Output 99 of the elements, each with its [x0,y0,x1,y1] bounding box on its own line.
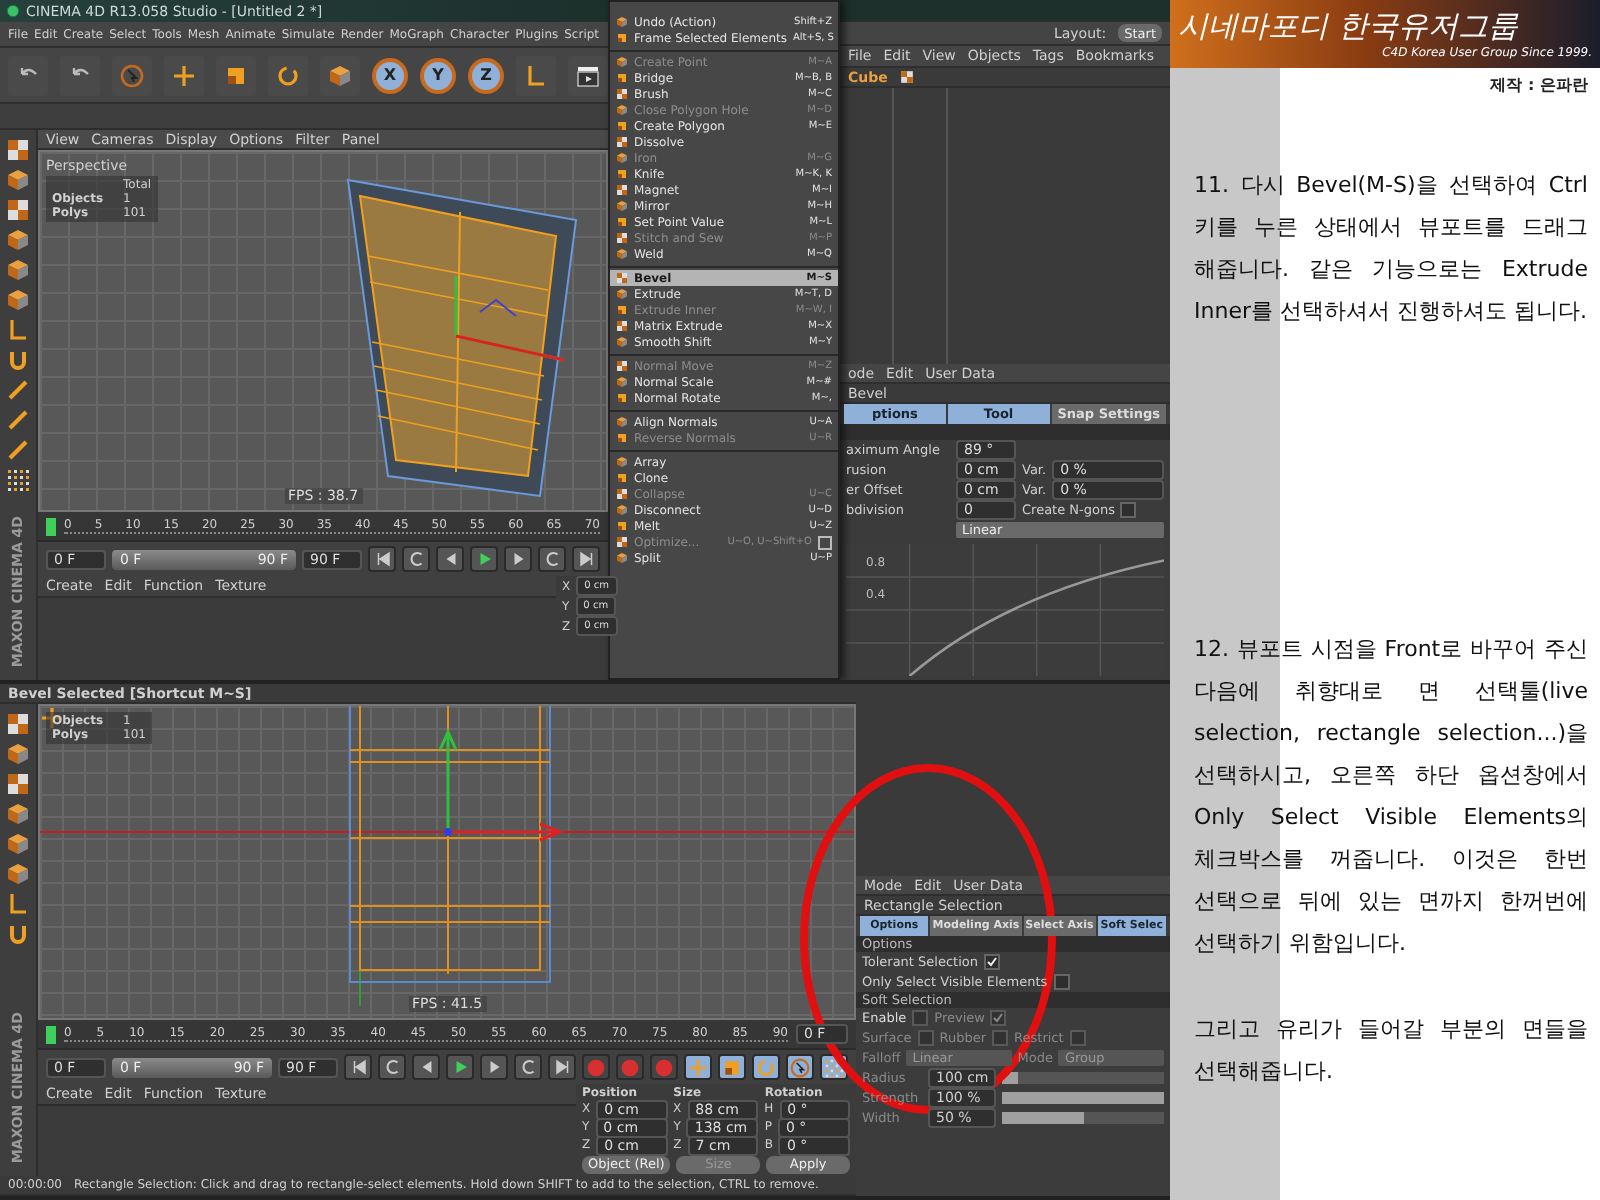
move-icon[interactable] [172,63,196,87]
paragraph: 그리고 유리가 들어갈 부분의 면들을 선택해줍니다. [1194,1014,1588,1088]
tool-icon [616,552,628,564]
tag-icon[interactable] [899,70,914,84]
cube-icon[interactable] [6,862,30,886]
l-shape-icon[interactable] [6,318,30,342]
l-shape-icon[interactable] [524,63,548,87]
l-shape-icon[interactable] [6,892,30,916]
tool-icon [616,288,628,300]
checkbox[interactable] [917,1030,934,1046]
cube-icon[interactable] [6,288,30,312]
checker-cube-icon[interactable] [6,712,30,736]
cube-icon[interactable] [6,742,30,766]
tool-icon [616,472,628,484]
tool-icon [616,72,628,84]
tool-icon [616,88,628,100]
step-forward-icon[interactable] [485,1058,503,1076]
tool-icon [616,16,628,28]
clapperboard-icon[interactable] [576,63,600,87]
checkbox[interactable] [912,1010,929,1026]
tool-icon [616,416,628,428]
loop-icon[interactable] [383,1058,401,1076]
play-icon[interactable] [451,1058,469,1076]
cube-icon[interactable] [6,228,30,252]
tool-icon [616,488,628,500]
tool-icon [616,104,628,116]
slider[interactable] [1002,1092,1164,1104]
tool-icon [616,304,628,316]
loop-icon[interactable] [407,550,425,568]
tool-icon [616,504,628,516]
tool-icon [616,184,628,196]
tool-icon [616,432,628,444]
tool-icon [616,520,628,532]
tool-icon [616,248,628,260]
brush-icon[interactable] [6,408,30,432]
skip-end-icon[interactable] [553,1058,571,1076]
scale-icon[interactable] [224,63,248,87]
cube-icon[interactable] [6,168,30,192]
dots-grid-icon[interactable] [6,468,30,492]
checker-cube-icon[interactable] [6,198,30,222]
dots-grid-icon[interactable] [824,1057,844,1077]
tool-icon [616,336,628,348]
magnet-icon[interactable] [6,348,30,372]
app-icon [6,4,20,18]
step-forward-icon[interactable] [509,550,527,568]
skip-start-icon[interactable] [349,1058,367,1076]
checker-cube-icon[interactable] [6,138,30,162]
playhead-marker[interactable] [46,517,56,535]
checkbox[interactable] [1069,1030,1086,1046]
checkbox[interactable] [1120,502,1137,518]
step-back-icon[interactable] [417,1058,435,1076]
tool-icon [616,120,628,132]
loop-icon[interactable] [519,1058,537,1076]
cube-icon[interactable] [6,258,30,282]
credit-text: 제작 : 은파란 [1490,74,1590,96]
cube-icon[interactable] [6,802,30,826]
magnet-icon[interactable] [6,922,30,946]
tool-icon [616,32,628,44]
skip-end-icon[interactable] [577,550,595,568]
slider[interactable] [1002,1072,1164,1084]
tool-icon [616,232,628,244]
paragraph: 11. 다시 Bevel(M-S)을 선택하여 Ctrl 키를 누른 상태에서 뷰포트를 드래그 해줍니다. 같은 기능으로는 Extrude Inner를 선택하셔서 진행하셔도 됩니다. [1194,170,1588,328]
paragraph: 12. 뷰포트 시점을 Front로 바꾸어 주신 다음에 취향대로 면 선택툴(live selection, rectangle selection...)을 선택하시고, 오른쪽 하단 옵션창에서 Only Select Visible Elements의 체크박스를 꺼줍니다. 이것은 한번 선택으로 뒤에 있는 면까지 한꺼번에 선택하기 위함입니다. [1194,634,1588,960]
loop-icon[interactable] [543,550,561,568]
rotate-icon[interactable] [276,63,300,87]
brush-icon[interactable] [6,438,30,462]
skip-start-icon[interactable] [373,550,391,568]
brush-icon[interactable] [6,378,30,402]
checkbox[interactable] [1053,974,1070,990]
tool-icon [616,168,628,180]
checkbox[interactable] [990,1010,1007,1026]
tool-icon [616,320,628,332]
tool-icon [616,216,628,228]
cursor-icon[interactable] [790,1057,810,1077]
axis-lock-button[interactable]: Z [468,57,504,93]
tool-icon [616,392,628,404]
checkbox[interactable] [992,1030,1009,1046]
banner-title: 시네마포디 한국유저그룹 [1178,8,1521,46]
axis-lock-button[interactable]: X [372,57,408,93]
tool-icon [616,360,628,372]
scale-icon[interactable] [722,1057,742,1077]
tool-icon [616,376,628,388]
playhead-marker[interactable] [46,1025,56,1043]
slider[interactable] [1002,1112,1164,1124]
cursor-icon[interactable] [120,63,144,87]
checkbox[interactable] [984,954,1000,970]
cube-icon[interactable] [6,832,30,856]
tool-icon [616,272,628,284]
tool-icon [616,152,628,164]
checker-cube-icon[interactable] [6,772,30,796]
step-back-icon[interactable] [441,550,459,568]
tool-icon [616,56,628,68]
tool-icon [616,200,628,212]
tool-icon [616,136,628,148]
cube-icon[interactable] [328,63,352,87]
axis-lock-button[interactable]: Y [420,57,456,93]
tool-icon [616,456,628,468]
tool-icon [616,536,628,548]
play-icon[interactable] [475,550,493,568]
